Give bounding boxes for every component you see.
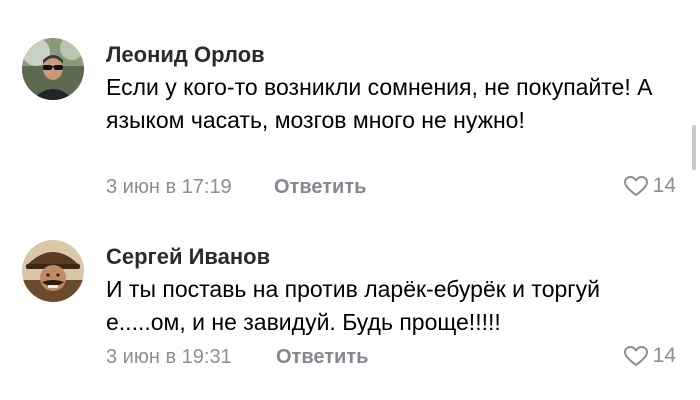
like-button[interactable]: 14 [623, 344, 676, 368]
like-count: 14 [652, 344, 676, 367]
reply-button[interactable]: Ответить [274, 176, 366, 199]
user-photo-icon [22, 240, 84, 302]
scrollbar[interactable] [692, 125, 696, 170]
comment-date: 3 июн в 17:19 [106, 176, 232, 198]
like-button[interactable]: 14 [623, 174, 676, 198]
heart-icon [623, 346, 648, 366]
comment-author[interactable]: Сергей Иванов [106, 244, 270, 270]
user-photo-icon [22, 38, 84, 100]
comment-author[interactable]: Леонид Орлов [106, 42, 265, 68]
comment-date: 3 июн в 19:31 [106, 346, 232, 368]
avatar[interactable] [22, 38, 84, 100]
avatar[interactable] [22, 240, 84, 302]
reply-button[interactable]: Ответить [276, 346, 368, 369]
comment-text: Если у кого-то возникли сомнения, не пок… [106, 74, 653, 133]
comment-text: И ты поставь на против ларёк-ебурёк и то… [106, 276, 601, 335]
heart-icon [623, 176, 648, 196]
like-count: 14 [652, 174, 676, 197]
